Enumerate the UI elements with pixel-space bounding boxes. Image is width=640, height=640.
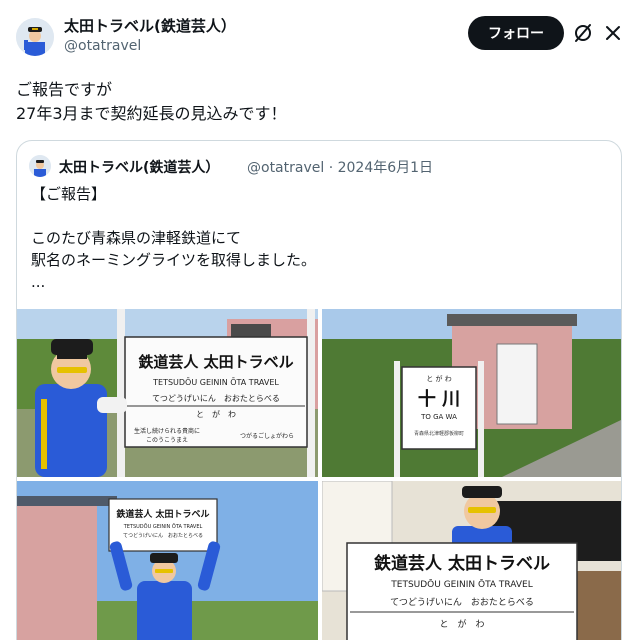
quote-line: ... [31,273,46,291]
post-text: ご報告ですが 27年3月まで契約延長の見込みです！ [16,78,616,126]
sign-title: 鉄道芸人 太田トラベル [138,353,293,371]
avatar[interactable] [16,18,54,56]
photo-closeup-sign[interactable]: 鉄道芸人 太田トラベル TETSUDŌU GEININ ŌTA TRAVEL て… [322,481,621,640]
quote-line: 駅名のネーミングライツを取得しました。 [31,251,317,269]
post-line: ご報告ですが [16,80,113,99]
follow-button[interactable]: フォロー [468,16,564,50]
photo-station-sign[interactable]: と が わ 十 川 TO GA WA 青森県北津軽郡板柳町 [322,309,621,477]
sign-right-note: つがるごしょがわら [240,432,294,440]
post-header: 太田トラベル(鉄道芸人） @otatravel フォロー [0,0,640,70]
sign-left-note: 生活し続けられる貴商に [134,427,200,435]
quoted-post[interactable]: 太田トラベル(鉄道芸人） @otatravel · 2024年6月1日 【ご報告… [16,140,622,640]
sign-sub: と が わ [196,409,236,419]
station-name: 十 川 [418,388,460,410]
quote-meta: @otatravel · 2024年6月1日 [247,160,434,176]
quote-text: 【ご報告】 このたび青森県の津軽鉄道にて 駅名のネーミングライツを取得しました。… [31,183,611,293]
sign-kana: てつどうげいにん おおたとらべる [152,394,280,403]
author-handle[interactable]: @otatravel [64,38,141,54]
station-small: 青森県北津軽郡板柳町 [414,430,464,437]
closeup-sign-romaji: TETSUDŌU GEININ ŌTA TRAVEL [390,579,532,590]
sign-romaji: TETSUDŌU GEININ ŌTA TRAVEL [152,377,279,387]
held-sign-title: 鉄道芸人 太田トラベル [116,508,209,520]
closeup-sign-title: 鉄道芸人 太田トラベル [374,553,550,574]
grok-icon[interactable] [572,22,594,44]
quote-display-name: 太田トラベル(鉄道芸人） [59,160,220,176]
held-sign-romaji: TETSUDŌU GEININ ŌTA TRAVEL [123,523,203,530]
quote-line: このたび青森県の津軽鉄道にて [31,229,242,247]
close-icon[interactable] [602,22,624,44]
closeup-sign-kana: てつどうげいにん おおたとらべる [390,597,534,608]
station-kana: と が わ [426,374,451,383]
quote-avatar [29,155,51,177]
quote-line: 【ご報告】 [31,185,107,203]
sign-left-note2: このうこうまえ [146,437,188,444]
author-display-name[interactable]: 太田トラベル(鉄道芸人） [64,15,236,36]
photo-sign-with-man[interactable]: 鉄道芸人 太田トラベル TETSUDŌU GEININ ŌTA TRAVEL て… [17,309,318,477]
held-sign-kana: てつどうげいにん おおたとらべる [123,532,203,539]
photo-man-holding-sign[interactable]: 鉄道芸人 太田トラベル TETSUDŌU GEININ ŌTA TRAVEL て… [17,481,318,640]
closeup-sign-sub: と が わ [439,618,484,630]
station-romaji: TO GA WA [420,413,457,421]
post-line: 27年3月まで契約延長の見込みです！ [16,104,287,123]
photo-grid: 鉄道芸人 太田トラベル TETSUDŌU GEININ ŌTA TRAVEL て… [17,309,621,640]
quote-line [31,205,611,227]
